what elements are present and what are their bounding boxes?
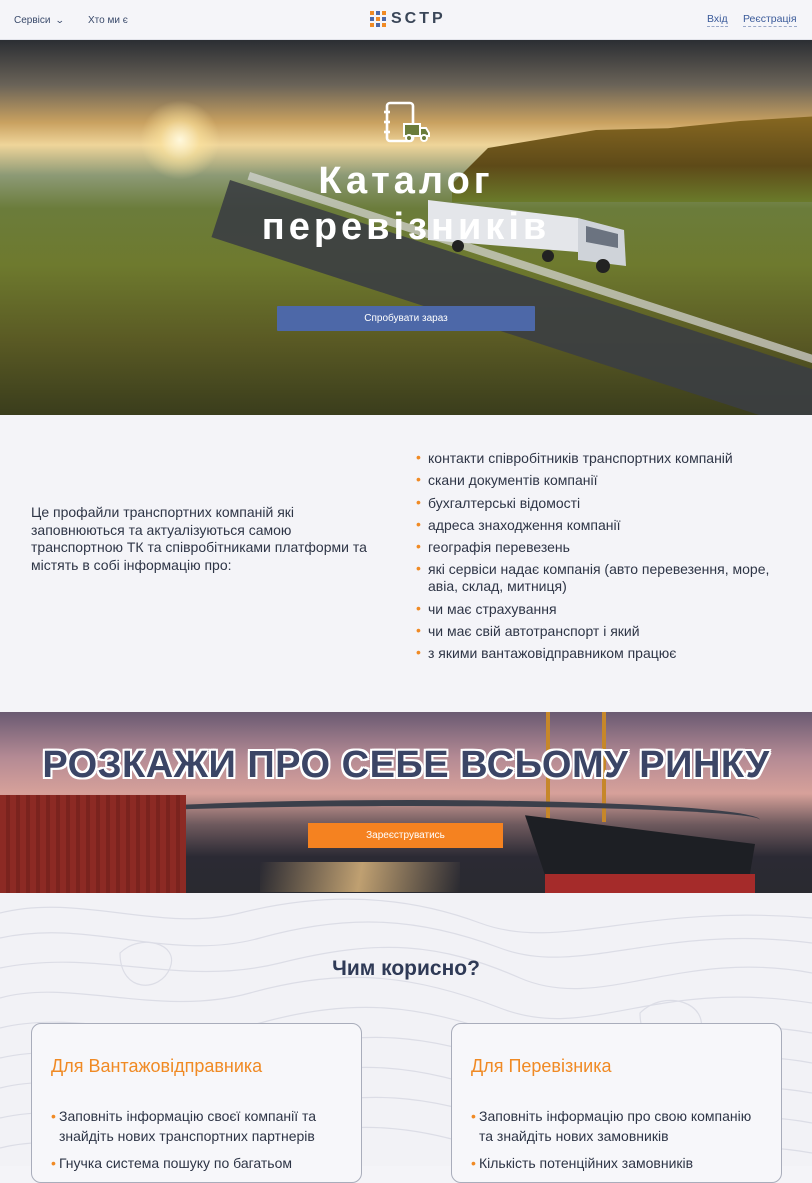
bullet-icon: • <box>51 1155 56 1171</box>
hero-title-line1: Каталог <box>318 160 494 202</box>
list-item: • які сервіси надає компанія (авто переве… <box>416 560 770 595</box>
logo[interactable]: SCTP <box>370 10 446 28</box>
benefits-title: Чим корисно? <box>332 957 480 980</box>
logo-grid-icon <box>370 11 386 27</box>
info-feature-list: • контакти співробітників транспортних ко… <box>416 449 796 668</box>
info-description: Це профайли транспортних компаній які за… <box>31 504 367 573</box>
catalog-truck-icon <box>384 101 430 143</box>
bullet-icon: • <box>416 471 421 488</box>
list-item: • географія перевезень <box>416 538 570 556</box>
promo-banner <box>0 712 812 893</box>
logo-text: SCTP <box>391 10 446 27</box>
hero-title: Каталог перевізників <box>0 158 812 250</box>
bullet-icon: • <box>471 1108 476 1124</box>
bullet-icon: • <box>471 1155 476 1171</box>
bullet-icon: • <box>416 599 421 616</box>
cargo-ship-hull <box>545 874 755 893</box>
list-item: • чи має страхування <box>416 599 557 617</box>
services-menu-label: Сервіси <box>14 15 51 26</box>
banner-title: РОЗКАЖИ ПРО СЕБЕ ВСЬОМУ РИНКУ <box>42 744 770 786</box>
list-item: • адреса знаходження компанії <box>416 515 621 533</box>
register-link[interactable]: Реєстрація <box>743 13 797 27</box>
card-list: • Заповніть інформацію про свою компанію … <box>471 1106 761 1180</box>
services-menu[interactable]: Сервіси ⌄ <box>14 15 66 26</box>
list-item: • Заповніть інформацію своєї компанії та … <box>51 1108 317 1144</box>
bullet-icon: • <box>51 1108 56 1124</box>
list-item: • контакти співробітників транспортних ко… <box>416 449 733 466</box>
chevron-down-icon: ⌄ <box>55 15 66 25</box>
bullet-icon: • <box>416 449 421 465</box>
traffic-lights-trail <box>260 862 460 892</box>
bullet-icon: • <box>416 515 421 532</box>
list-item: • Заповніть інформацію про свою компанію … <box>471 1108 752 1144</box>
list-item: • з якими вантажовідправником працює <box>416 644 677 662</box>
list-item: • Кількість потенційних замовників <box>471 1155 694 1171</box>
about-link[interactable]: Хто ми є <box>88 15 128 26</box>
hero-title-line2: перевізників <box>261 206 551 248</box>
shipper-card: Для Вантажовідправника • Заповніть інформ… <box>31 1023 362 1183</box>
site-header: Сервіси ⌄ Хто ми є SCTP Вхід Реєстрація <box>0 0 812 40</box>
login-link[interactable]: Вхід <box>707 13 728 27</box>
bullet-icon: • <box>416 644 421 661</box>
cargo-container <box>0 795 186 893</box>
bullet-icon: • <box>416 622 421 639</box>
list-item: • Гнучка система пошуку по багатьом <box>51 1155 292 1171</box>
register-button[interactable]: Зареєструватись <box>308 823 503 848</box>
card-title: Для Вантажовідправника <box>51 1056 263 1076</box>
list-item: • чи має свій автотранспорт і який <box>416 622 640 640</box>
card-title: Для Перевізника <box>471 1056 612 1076</box>
bullet-icon: • <box>416 560 421 577</box>
bullet-icon: • <box>416 493 421 510</box>
bullet-icon: • <box>416 538 421 555</box>
list-item: • скани документів компанії <box>416 471 598 489</box>
try-now-button[interactable]: Спробувати зараз <box>277 306 535 331</box>
carrier-card: Для Перевізника • Заповніть інформацію пр… <box>451 1023 782 1183</box>
list-item: • бухгалтерські відомості <box>416 493 581 511</box>
card-list: • Заповніть інформацію своєї компанії та … <box>51 1106 341 1180</box>
